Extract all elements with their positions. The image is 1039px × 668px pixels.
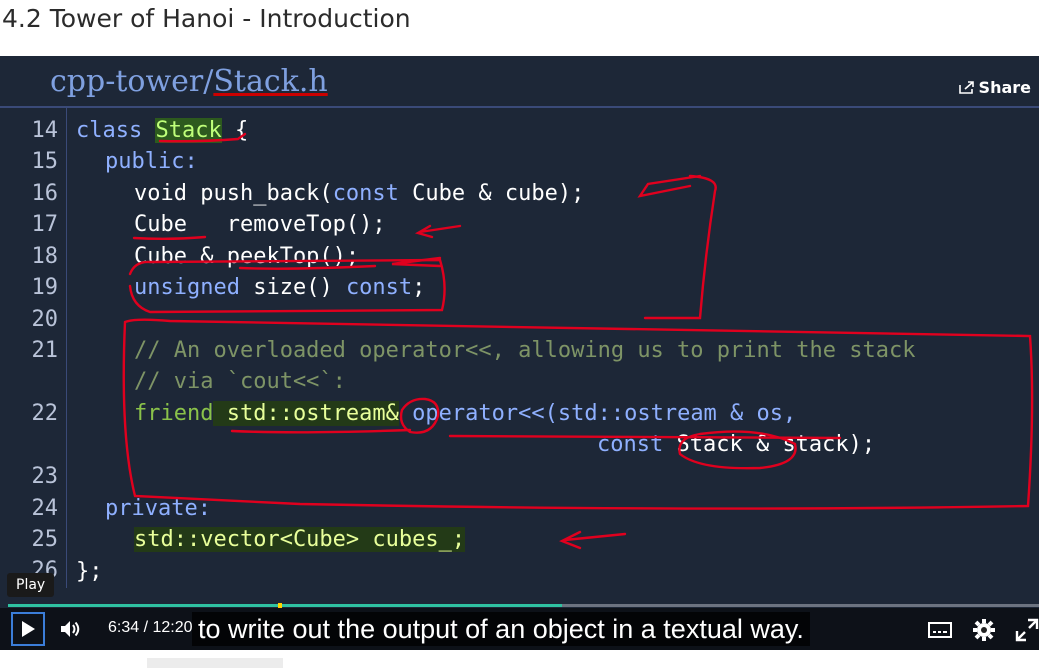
duration: 12:20 <box>152 619 193 636</box>
volume-button[interactable] <box>58 617 82 641</box>
subtitle-caption: to write out the output of an object in … <box>192 612 810 646</box>
file-dir: cpp-tower/ <box>50 64 214 99</box>
code-line-14: class Stack { <box>76 118 249 143</box>
video-player[interactable]: cpp-tower/Stack.h Share 14 15 16 17 18 1… <box>0 56 1039 650</box>
code-line-22b: const Stack & stack); <box>597 432 876 457</box>
code-line-15: public: <box>105 149 198 174</box>
code-line-24: private: <box>105 496 211 521</box>
code-line-26: }; <box>76 559 103 584</box>
file-name: Stack.h <box>213 64 328 99</box>
annotation-arrow-17 <box>414 224 462 239</box>
fullscreen-button[interactable] <box>1014 617 1039 643</box>
share-label: Share <box>978 78 1031 97</box>
time-separator: / <box>143 619 149 636</box>
share-icon <box>958 81 974 94</box>
captions-button[interactable] <box>927 617 953 643</box>
progress-fill <box>8 604 562 607</box>
below-video-tab[interactable] <box>147 658 283 668</box>
line-number: 23 <box>31 464 59 489</box>
time-display: 6:34 / 12:20 <box>108 619 193 637</box>
settings-button[interactable] <box>971 617 997 643</box>
play-icon <box>22 621 35 637</box>
fullscreen-icon <box>1015 618 1039 642</box>
line-number: 18 <box>31 244 59 269</box>
captions-icon <box>928 622 952 638</box>
code-line-19: unsigned size() const; <box>134 275 426 300</box>
code-line-21b: // via `cout<<`: <box>134 369 346 394</box>
line-number-gutter: 14 15 16 17 18 19 20 21 22 23 24 25 26 <box>0 108 67 588</box>
code-line-18: Cube & peekTop(); <box>134 244 360 269</box>
player-controls: 6:34 / 12:20 to write out the output of … <box>0 608 1039 650</box>
line-number: 19 <box>31 275 59 300</box>
code-line-25: std::vector<Cube> cubes_; <box>134 527 466 552</box>
code-line-16: void push_back(const Cube & cube); <box>134 181 585 206</box>
below-video-bar <box>0 650 1039 668</box>
line-number: 22 <box>31 401 59 426</box>
code-file-header: cpp-tower/Stack.h Share <box>0 56 1039 108</box>
annotation-underline-cube <box>132 235 207 240</box>
file-path: cpp-tower/Stack.h <box>50 64 328 99</box>
line-number: 16 <box>31 181 59 206</box>
line-number: 15 <box>31 149 59 174</box>
share-button[interactable]: Share <box>958 78 1031 97</box>
play-button[interactable] <box>11 612 45 646</box>
line-number: 20 <box>31 307 59 332</box>
progress-bar[interactable] <box>8 603 1039 608</box>
line-number: 24 <box>31 496 59 521</box>
line-number: 17 <box>31 212 59 237</box>
play-tooltip: Play <box>7 573 55 597</box>
line-number: 14 <box>31 118 59 143</box>
annotation-arrow-25 <box>559 530 627 550</box>
code-line-22: friend std::ostream& operator<<(std::ost… <box>134 401 797 426</box>
annotation-arrow-18 <box>391 256 442 268</box>
annotation-underline-ostream <box>230 428 412 434</box>
code-line-21: // An overloaded operator<<, allowing us… <box>134 338 916 363</box>
page-title: 4.2 Tower of Hanoi - Introduction <box>2 4 411 33</box>
gear-icon <box>973 619 995 641</box>
code-line-17: Cube removeTop(); <box>134 212 386 237</box>
current-time: 6:34 <box>108 619 140 636</box>
annotation-bracket <box>643 174 717 320</box>
line-number: 21 <box>31 338 59 363</box>
line-number: 25 <box>31 527 59 552</box>
volume-icon <box>61 621 80 637</box>
annotation-arrow-16 <box>637 174 702 198</box>
